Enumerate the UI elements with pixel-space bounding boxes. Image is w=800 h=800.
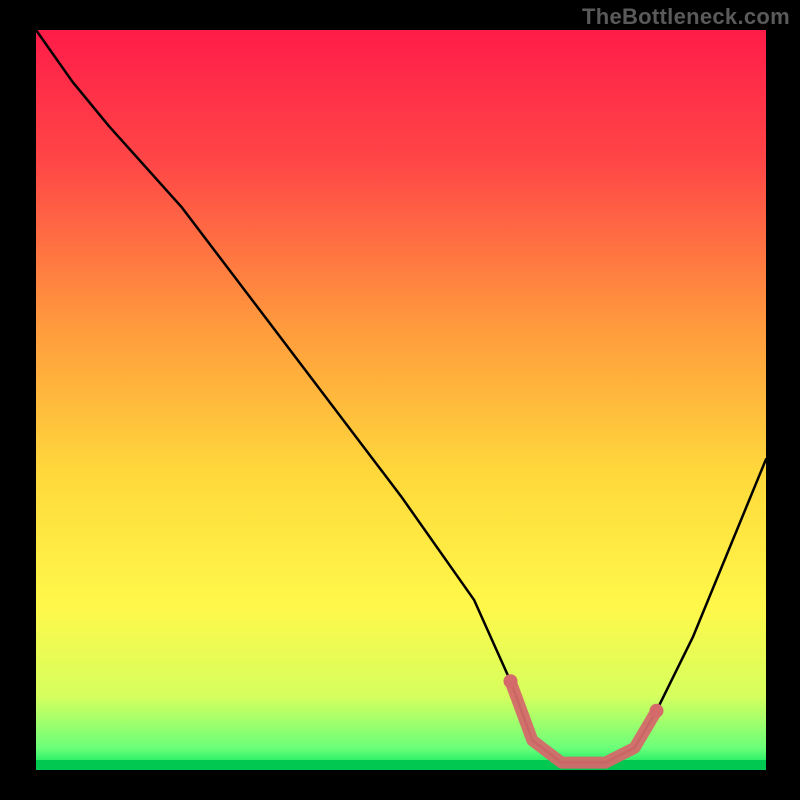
watermark-text: TheBottleneck.com: [582, 4, 790, 30]
plot-background: [36, 30, 766, 770]
highlight-start-dot: [504, 674, 518, 688]
bottom-band: [36, 760, 766, 770]
chart-plot: [0, 0, 800, 800]
highlight-end-dot: [650, 704, 664, 718]
chart-frame: TheBottleneck.com: [0, 0, 800, 800]
